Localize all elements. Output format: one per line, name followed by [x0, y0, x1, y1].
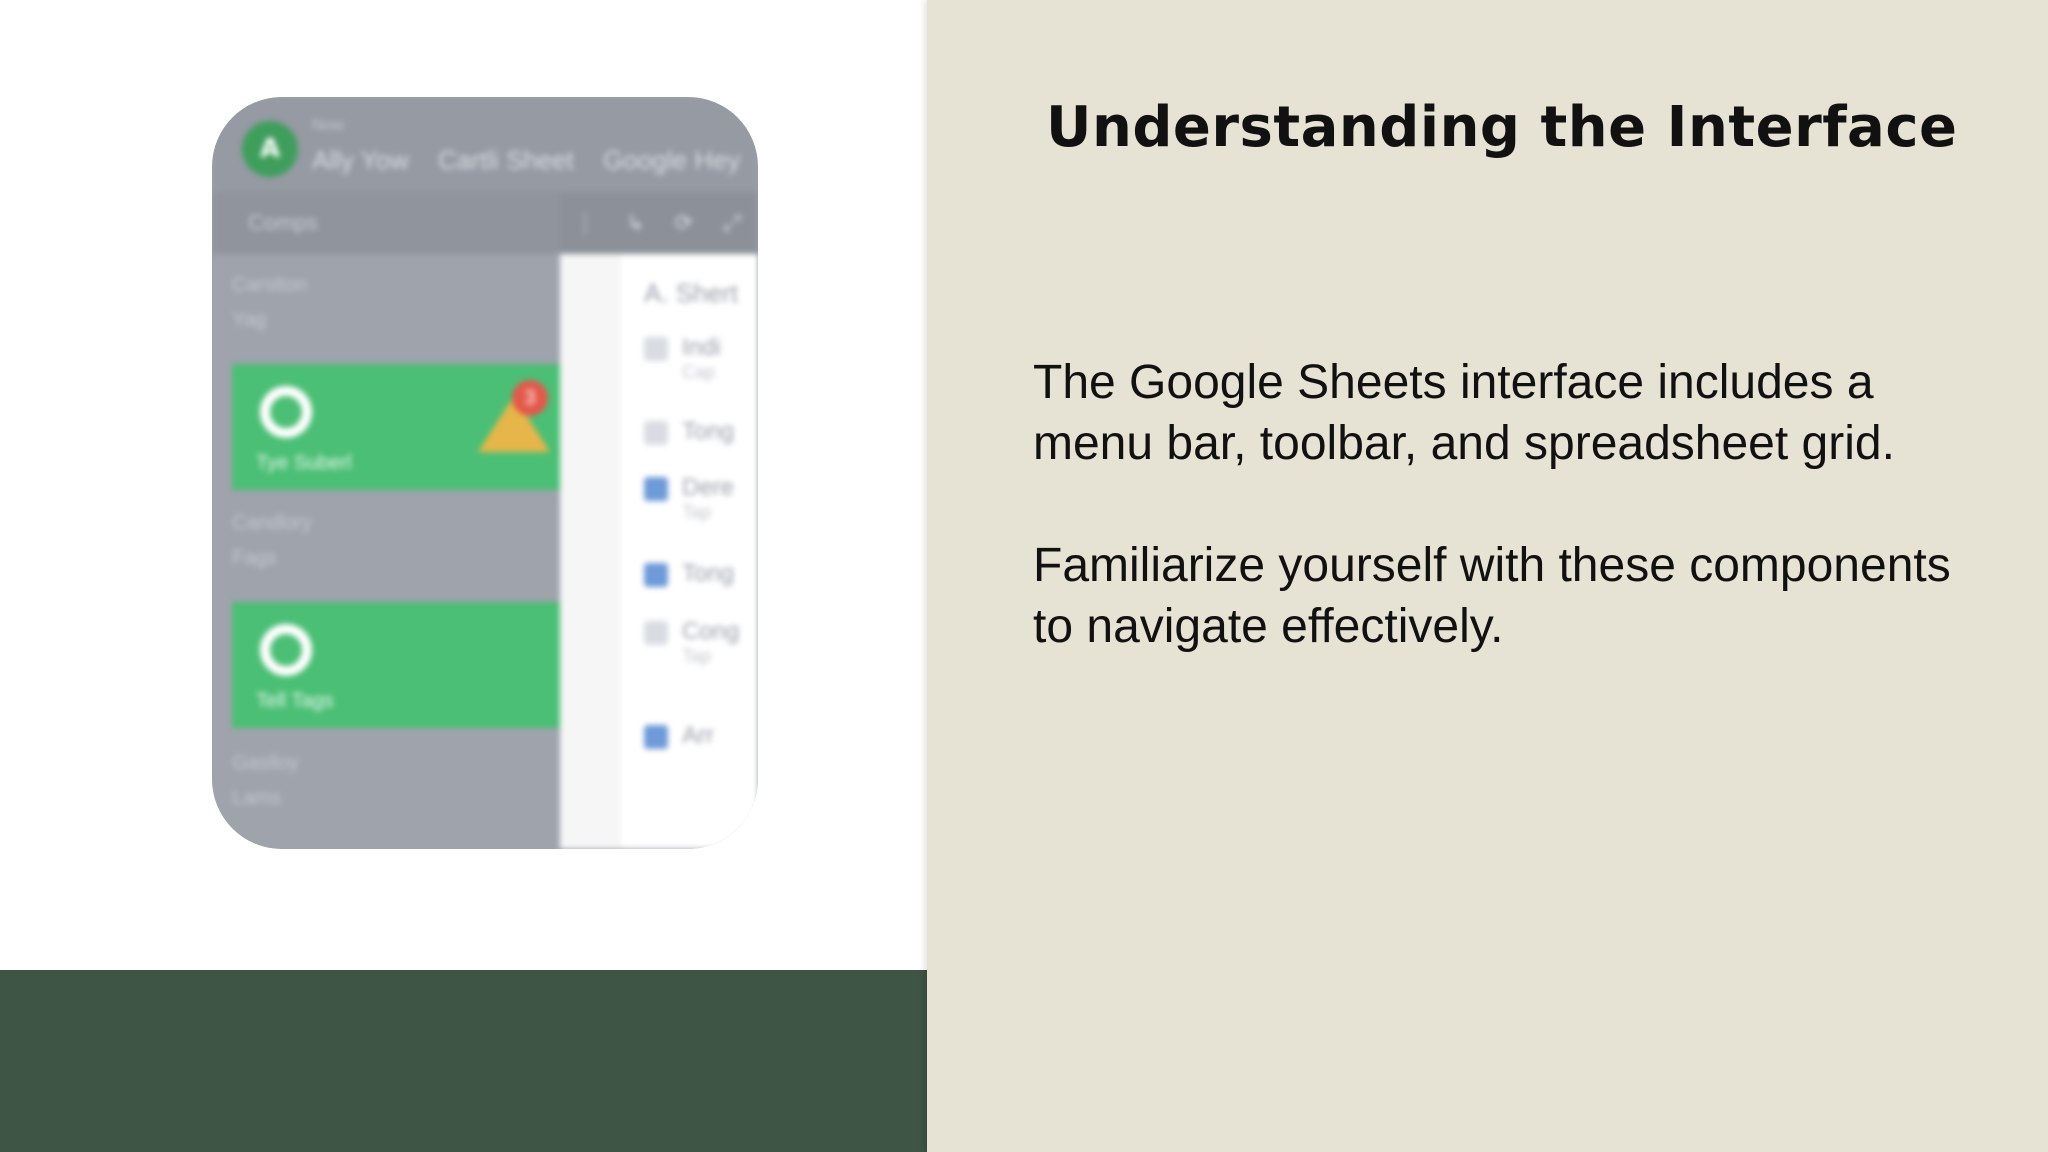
gear-icon [260, 624, 312, 676]
screenshot-main: ⋮ ↳ ⟳ ⤢ A. Shert Indi Cap Tong Dere Tap … [560, 192, 758, 849]
sidebar-item-title: Candlory [232, 512, 313, 534]
breadcrumb-item: Ally Yow [312, 145, 409, 175]
breadcrumb-item: Cartli Sheet [438, 145, 574, 175]
slide-title: Understanding the Interface [1046, 95, 1958, 160]
folder-icon [644, 620, 668, 645]
screenshot-header: A Now Ally Yow Cartli Sheet Google Hey [212, 97, 758, 192]
sidebar-item: Candlory Fags [232, 512, 552, 570]
bottom-band [0, 970, 927, 1152]
folder-icon [644, 420, 668, 445]
list-item: Dere Tap [644, 474, 734, 523]
sidebar-item-active: Tye Suberl 3 [232, 364, 560, 490]
row-gutter [560, 254, 620, 849]
body-paragraph: The Google Sheets interface includes a m… [1033, 356, 1895, 470]
tag-icon [644, 562, 668, 587]
warning-icon: 3 [478, 380, 550, 452]
slide-body: The Google Sheets interface includes a m… [1033, 352, 1963, 657]
sidebar-item-title: Carstton [232, 274, 308, 296]
screenshot-topline: Now [312, 117, 345, 134]
sidebar-item-sub: Yag [232, 309, 267, 331]
gear-icon [260, 386, 312, 438]
screenshot-sidebar: Comps Carstton Yag Tye Suberl 3 Candlory… [212, 192, 560, 849]
folder-icon [644, 336, 668, 361]
sidebar-item-sub: Fags [232, 547, 277, 569]
list-item: Cong Tap [644, 618, 739, 667]
list-item: Indi Cap [644, 334, 721, 383]
notification-badge: 3 [512, 380, 548, 416]
sidebar-item-title: Gaslloy [232, 752, 299, 774]
avatar: A [242, 121, 298, 177]
screenshot-content: A Now Ally Yow Cartli Sheet Google Hey C… [212, 97, 758, 849]
share-icon [644, 476, 668, 501]
sidebar-item-sub: Lams [232, 787, 281, 809]
list-item: Arr [644, 722, 714, 750]
list-item: Tong [644, 560, 734, 588]
breadcrumb-item: Google Hey [603, 145, 741, 175]
breadcrumb: Ally Yow Cartli Sheet Google Hey [312, 145, 758, 176]
list-item: Tong [644, 418, 734, 446]
slide: A Now Ally Yow Cartli Sheet Google Hey C… [0, 0, 2048, 1152]
sidebar-item-active: Tell Tags [232, 602, 560, 728]
person-icon [644, 724, 668, 749]
sidebar-header: Comps [212, 192, 560, 254]
sidebar-item: Gaslloy Lams [232, 752, 552, 810]
toolbar: ⋮ ↳ ⟳ ⤢ [560, 192, 758, 254]
interface-screenshot: A Now Ally Yow Cartli Sheet Google Hey C… [212, 97, 758, 849]
sidebar-item-label: Tye Suberl [256, 452, 352, 474]
sidebar-item-label: Tell Tags [256, 690, 334, 712]
body-paragraph: Familiarize yourself with these componen… [1033, 539, 1951, 653]
sidebar-item: Carstton Yag [232, 274, 552, 332]
main-header: A. Shert [644, 278, 738, 308]
